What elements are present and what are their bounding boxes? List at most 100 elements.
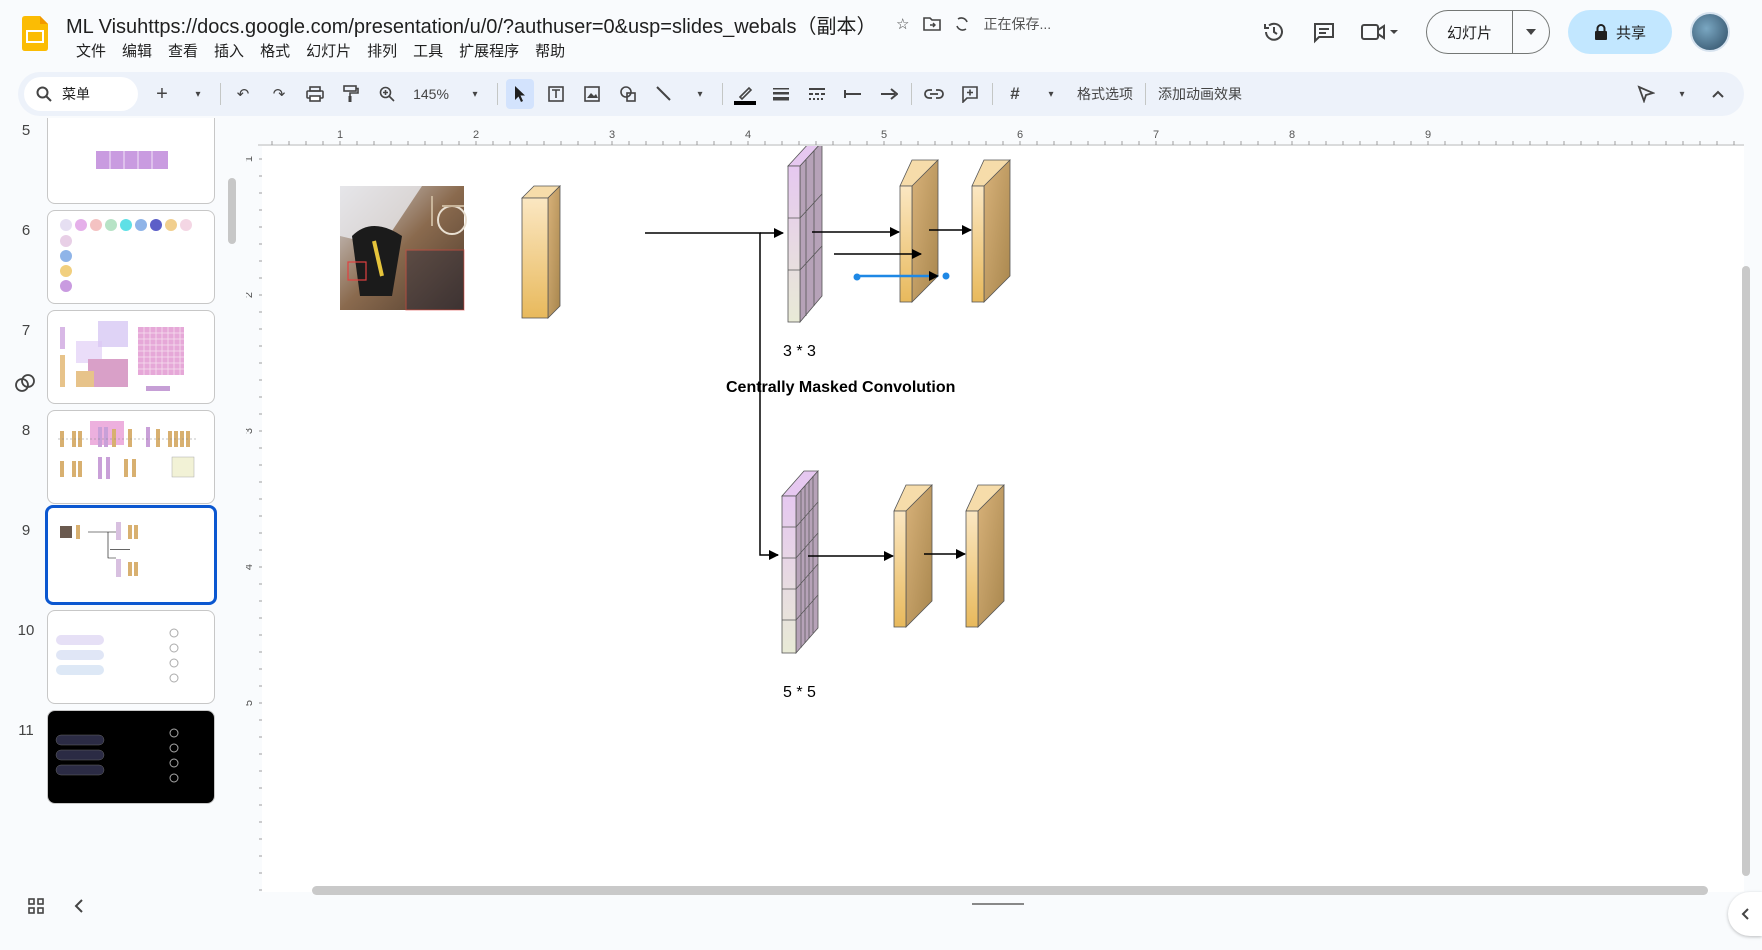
kernel-label-5x5[interactable]: 5 * 5 [783, 684, 816, 702]
menu-format[interactable]: 格式 [252, 42, 298, 62]
document-title[interactable]: ML Visuhttps://docs.google.com/presentat… [66, 10, 876, 39]
collapse-filmstrip-icon[interactable] [74, 898, 84, 919]
text-box-icon[interactable] [542, 79, 570, 109]
slide-preview-graphic [58, 421, 198, 479]
select-tool-icon[interactable] [506, 79, 534, 109]
slide-thumbnail[interactable] [47, 310, 215, 404]
shape-icon[interactable] [614, 79, 642, 109]
ruler-label: 1 [337, 129, 343, 141]
zoom-level[interactable]: 145% [409, 79, 453, 109]
add-animation-button[interactable]: 添加动画效果 [1150, 84, 1250, 104]
output-block-5x5-a[interactable] [893, 484, 933, 628]
search-menus-box[interactable]: 菜单 [24, 77, 138, 111]
ruler-label: 1 [246, 156, 255, 162]
account-avatar[interactable] [1690, 12, 1731, 52]
zoom-icon[interactable] [373, 79, 401, 109]
slide-thumbnail-row[interactable]: 11 [0, 710, 222, 814]
line-end-icon[interactable] [875, 79, 903, 109]
paint-format-icon[interactable] [337, 79, 365, 109]
horizontal-scrollbar[interactable] [312, 886, 1708, 895]
meet-camera-icon[interactable] [1358, 16, 1402, 48]
horizontal-ruler: 1 2 3 4 5 6 7 8 9 [258, 129, 1744, 146]
output-block-3x3-a[interactable] [899, 159, 939, 303]
input-photo[interactable] [340, 186, 467, 311]
new-slide-dropdown-icon[interactable]: ▾ [184, 79, 212, 109]
pointer-dropdown-icon[interactable]: ▾ [1668, 79, 1696, 109]
line-dropdown-icon[interactable]: ▾ [686, 79, 714, 109]
saving-status: 正在保存... [983, 16, 1052, 32]
slide-thumbnail-row[interactable]: 7 [0, 310, 222, 414]
diagram-caption[interactable]: Centrally Masked Convolution [726, 379, 955, 397]
menu-arrange[interactable]: 排列 [359, 42, 405, 62]
undo-icon[interactable]: ↶ [229, 79, 257, 109]
mask-block-5x5[interactable] [781, 469, 819, 655]
new-slide-icon[interactable]: + [148, 79, 176, 109]
insert-link-icon[interactable] [920, 79, 948, 109]
slide-canvas[interactable]: 3 * 3 Centrally Masked Convolution 5 * 5 [262, 146, 1744, 892]
toolbar-divider [722, 83, 723, 105]
menu-edit[interactable]: 编辑 [114, 42, 160, 62]
output-block-5x5-b[interactable] [965, 484, 1005, 628]
menu-slide[interactable]: 幻灯片 [298, 42, 359, 62]
line-color-icon[interactable] [731, 79, 759, 109]
menu-extensions[interactable]: 扩展程序 [451, 42, 527, 62]
slide-thumbnail-row[interactable]: 9 [0, 505, 222, 614]
redo-icon[interactable]: ↷ [265, 79, 293, 109]
collapse-toolbar-icon[interactable] [1704, 79, 1732, 109]
slide-thumbnail[interactable] [47, 710, 215, 804]
link-slides-icon[interactable] [14, 372, 36, 399]
format-options-button[interactable]: 格式选项 [1069, 84, 1141, 104]
slide-thumbnail[interactable] [47, 210, 215, 304]
input-feature-block[interactable] [521, 185, 561, 319]
slide-thumbnail[interactable] [47, 610, 215, 704]
slideshow-button-group: 幻灯片 [1426, 10, 1551, 54]
slide-thumbnail[interactable] [47, 410, 215, 504]
kernel-label-3x3[interactable]: 3 * 3 [783, 343, 816, 361]
vertical-scrollbar[interactable] [1742, 266, 1750, 876]
move-folder-icon[interactable] [923, 16, 942, 32]
grid-view-icon[interactable] [28, 898, 44, 919]
diagram-graphic [340, 146, 1011, 655]
slide-preview-graphic [55, 728, 179, 783]
zoom-dropdown-icon[interactable]: ▾ [461, 79, 489, 109]
slide-thumbnail-selected[interactable] [45, 505, 217, 605]
add-comment-icon[interactable] [956, 79, 984, 109]
version-history-icon[interactable] [1258, 16, 1290, 48]
output-block-3x3-b[interactable] [971, 159, 1011, 303]
slide-thumbnail-row[interactable]: 5 [0, 118, 222, 214]
header-actions: 幻灯片 共享 [1258, 10, 1731, 54]
slide-thumbnail-row[interactable]: 6 [0, 210, 222, 314]
title-actions: ☆ 正在保存... [896, 14, 1051, 34]
grid-snap-icon[interactable]: # [1001, 79, 1029, 109]
slides-logo-icon[interactable] [22, 16, 48, 51]
menu-view[interactable]: 查看 [160, 42, 206, 62]
line-start-icon[interactable] [839, 79, 867, 109]
slideshow-button[interactable]: 幻灯片 [1427, 11, 1514, 53]
toolbar-divider [992, 83, 993, 105]
share-button[interactable]: 共享 [1568, 10, 1673, 54]
line-dash-icon[interactable] [803, 79, 831, 109]
pointer-mode-icon[interactable] [1632, 79, 1660, 109]
speaker-notes-handle[interactable] [972, 903, 1024, 905]
slide-thumbnail[interactable] [47, 118, 215, 204]
menu-help[interactable]: 帮助 [527, 42, 573, 62]
menu-file[interactable]: 文件 [68, 42, 114, 62]
slide-thumbnail-row[interactable]: 10 [0, 610, 222, 714]
insert-image-icon[interactable] [578, 79, 606, 109]
filmstrip-scrollbar[interactable] [228, 178, 236, 244]
slide-number: 9 [21, 522, 31, 539]
slide-preview-graphic [96, 151, 168, 169]
line-tool-icon[interactable] [650, 79, 678, 109]
slide-thumbnail-row[interactable]: 8 [0, 410, 222, 514]
mask-block-3x3[interactable] [787, 146, 823, 324]
slideshow-dropdown-icon[interactable] [1513, 11, 1549, 53]
menu-insert[interactable]: 插入 [206, 42, 252, 62]
line-weight-icon[interactable] [767, 79, 795, 109]
toolbar-divider [1145, 83, 1146, 105]
comments-icon[interactable] [1308, 16, 1340, 48]
star-icon[interactable]: ☆ [896, 15, 909, 33]
print-icon[interactable] [301, 79, 329, 109]
menu-tools[interactable]: 工具 [405, 42, 451, 62]
side-panel-toggle-icon[interactable] [1728, 892, 1762, 936]
grid-dropdown-icon[interactable]: ▾ [1037, 79, 1065, 109]
